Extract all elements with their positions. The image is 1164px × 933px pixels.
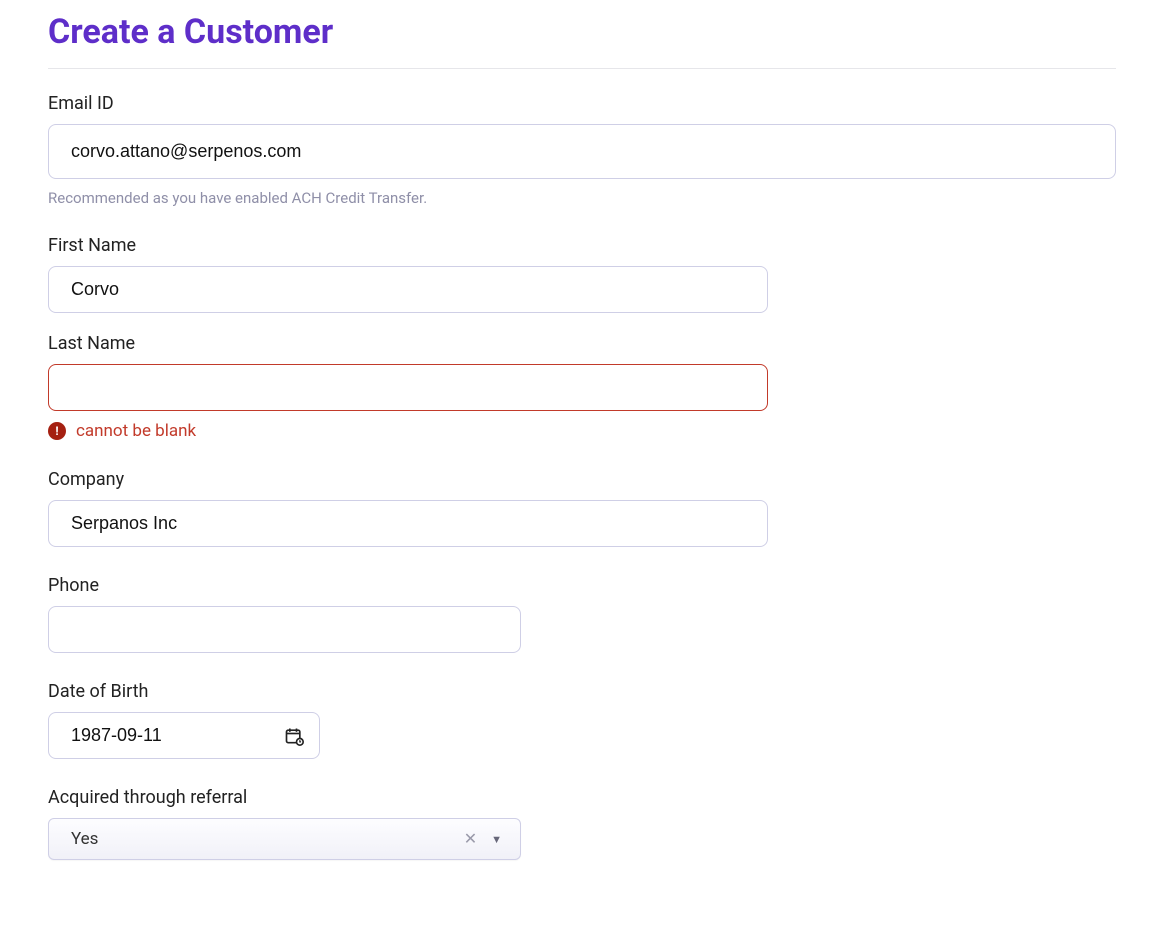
referral-select[interactable]: Yes ✕ ▼ [48, 818, 521, 860]
chevron-down-icon: ▼ [483, 833, 506, 846]
email-field-group: Email ID Recommended as you have enabled… [48, 93, 1116, 207]
dob-input[interactable] [48, 712, 320, 759]
last-name-error-text: cannot be blank [76, 421, 196, 441]
dob-label: Date of Birth [48, 681, 1116, 702]
first-name-input[interactable] [48, 266, 768, 313]
first-name-label: First Name [48, 235, 1116, 256]
email-input[interactable] [48, 124, 1116, 179]
referral-field-group: Acquired through referral Yes ✕ ▼ [48, 787, 1116, 860]
first-name-field-group: First Name [48, 235, 1116, 313]
phone-label: Phone [48, 575, 1116, 596]
email-label: Email ID [48, 93, 1116, 114]
email-helper-text: Recommended as you have enabled ACH Cred… [48, 189, 1116, 207]
referral-select-value: Yes [71, 829, 458, 849]
last-name-field-group: Last Name ! cannot be blank [48, 333, 1116, 441]
last-name-label: Last Name [48, 333, 1116, 354]
phone-input[interactable] [48, 606, 521, 653]
company-input[interactable] [48, 500, 768, 547]
last-name-error-row: ! cannot be blank [48, 421, 1116, 441]
phone-field-group: Phone [48, 575, 1116, 653]
clear-icon[interactable]: ✕ [458, 831, 483, 847]
dob-field-group: Date of Birth [48, 681, 1116, 759]
company-field-group: Company [48, 469, 1116, 547]
last-name-input[interactable] [48, 364, 768, 411]
error-icon: ! [48, 422, 66, 440]
company-label: Company [48, 469, 1116, 490]
referral-label: Acquired through referral [48, 787, 1116, 808]
page-title: Create a Customer [48, 12, 1116, 69]
